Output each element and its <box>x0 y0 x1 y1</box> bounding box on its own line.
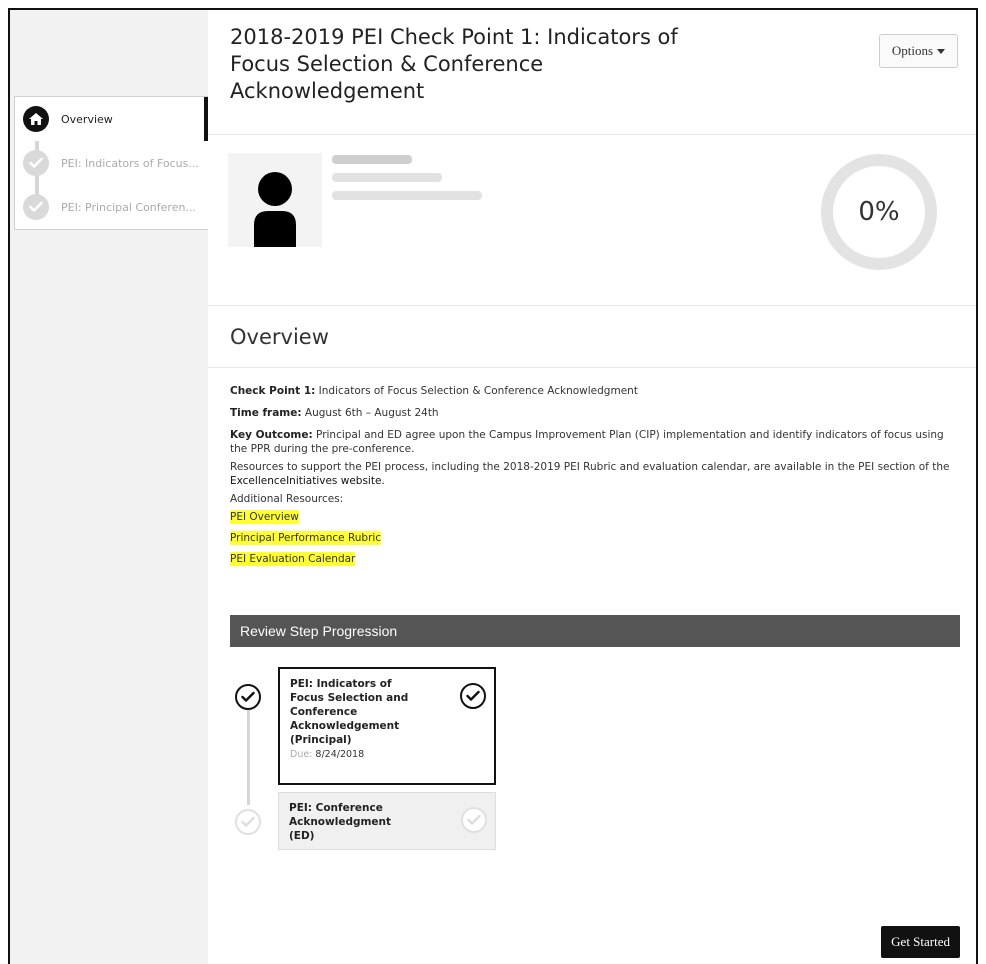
progress-percentage: 0% <box>858 197 900 227</box>
avatar <box>228 153 322 247</box>
caret-down-icon <box>937 48 945 54</box>
check-icon <box>23 194 49 220</box>
steps-progress-rail <box>247 705 250 805</box>
check-circle-icon <box>461 807 487 833</box>
resources-line: Resources to support the PEI process, in… <box>230 461 950 487</box>
app-frame: Overview PEI: Indicators of Focus... PEI… <box>8 8 978 964</box>
main-content: 2018-2019 PEI Check Point 1: Indicators … <box>208 10 976 964</box>
options-button-label: Options <box>891 43 933 58</box>
additional-resources-label: Additional Resources: <box>230 493 344 505</box>
overview-content: Check Point 1: Indicators of Focus Selec… <box>208 368 976 573</box>
check-circle-icon <box>235 684 261 710</box>
sidebar-item-principal-conference[interactable]: PEI: Principal Conferen... <box>15 185 208 229</box>
review-steps: PEI: Indicators of Focus Selection and C… <box>230 647 976 850</box>
sidebar-item-label: PEI: Indicators of Focus... <box>61 156 199 170</box>
review-step-progression-bar: Review Step Progression <box>230 615 960 647</box>
sidebar: Overview PEI: Indicators of Focus... PEI… <box>10 10 209 964</box>
step-due-date: Due: 8/24/2018 <box>290 749 365 760</box>
sidebar-item-label: PEI: Principal Conferen... <box>61 200 196 214</box>
step-title: PEI: Indicators of Focus Selection and C… <box>290 678 409 746</box>
pei-overview-link[interactable]: PEI Overview <box>230 510 299 524</box>
profile-info-redacted <box>332 155 482 209</box>
principal-performance-rubric-link[interactable]: Principal Performance Rubric <box>230 531 382 545</box>
redacted-dates <box>332 191 482 200</box>
check-circle-icon <box>235 809 261 835</box>
key-outcome-line: Key Outcome: Principal and ED agree upon… <box>230 429 944 455</box>
sidebar-item-label: Overview <box>61 112 113 126</box>
sidebar-nav: Overview PEI: Indicators of Focus... PEI… <box>14 96 208 230</box>
get-started-button[interactable]: Get Started <box>881 926 960 958</box>
step-title: PEI: Conference Acknowledgment (ED) <box>289 802 392 842</box>
sidebar-item-indicators-of-focus[interactable]: PEI: Indicators of Focus... <box>15 141 208 185</box>
sidebar-item-overview[interactable]: Overview <box>15 97 208 141</box>
redacted-role <box>332 173 442 182</box>
overview-heading: Overview <box>208 306 976 368</box>
home-icon <box>23 106 49 132</box>
redacted-name <box>332 155 412 164</box>
page-header: 2018-2019 PEI Check Point 1: Indicators … <box>208 10 976 135</box>
page-title: 2018-2019 PEI Check Point 1: Indicators … <box>230 25 678 103</box>
excellence-initiatives-link[interactable]: ExcellenceInitiatives website. <box>230 475 385 487</box>
check-icon <box>23 150 49 176</box>
pei-evaluation-calendar-link[interactable]: PEI Evaluation Calendar <box>230 552 356 566</box>
options-button[interactable]: Options <box>878 34 958 68</box>
step-card-conference-acknowledgment[interactable]: PEI: Conference Acknowledgment (ED) <box>278 792 496 850</box>
step-card-indicators-of-focus[interactable]: PEI: Indicators of Focus Selection and C… <box>278 667 496 785</box>
checkpoint-line: Check Point 1: Indicators of Focus Selec… <box>230 385 638 397</box>
profile-section: 0% <box>208 135 976 306</box>
timeframe-line: Time frame: August 6th – August 24th <box>230 407 439 419</box>
person-icon <box>254 172 296 247</box>
check-circle-icon <box>460 683 486 709</box>
